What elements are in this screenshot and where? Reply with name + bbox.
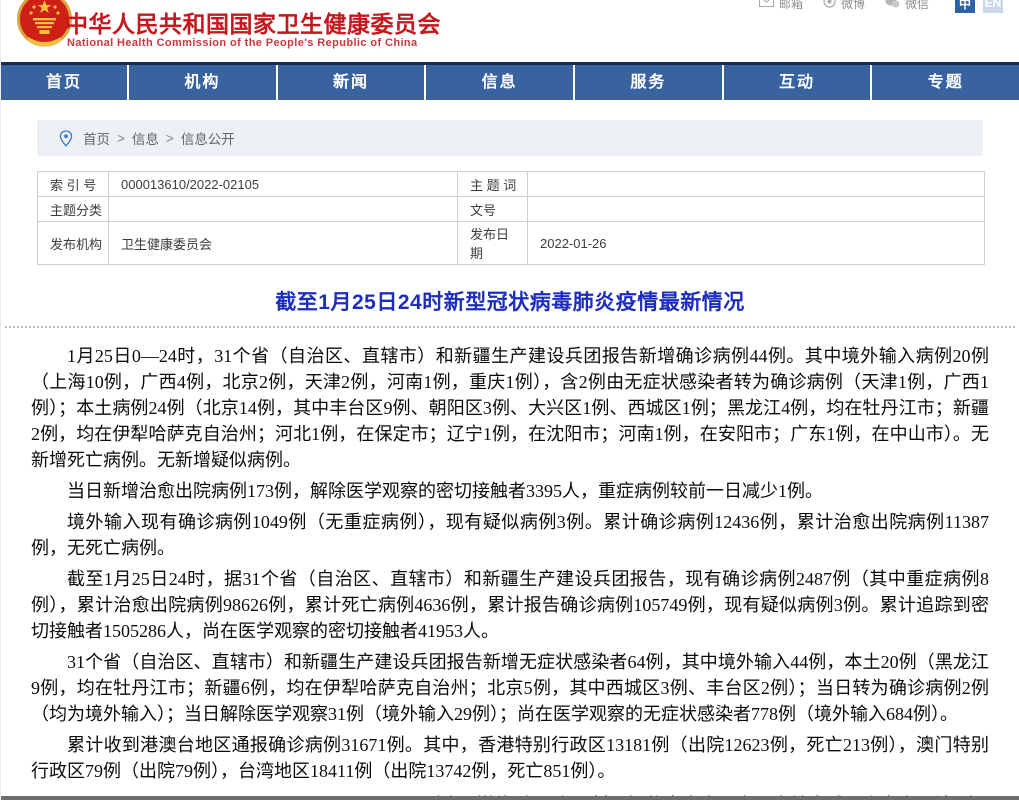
lang-en-button[interactable]: EN bbox=[983, 0, 1003, 13]
lang-zh-button[interactable]: 中 bbox=[955, 0, 975, 13]
page-title: 截至1月25日24时新型冠状病毒肺炎疫情最新情况 bbox=[1, 286, 1019, 316]
nav-item-topics[interactable]: 专题 bbox=[870, 65, 1019, 100]
article-paragraph: 31个省（自治区、直辖市）和新疆生产建设兵团报告新增无症状感染者64例，其中境外… bbox=[31, 649, 989, 727]
meta-value-publish-date: 2022-01-26 bbox=[528, 222, 985, 265]
article-paragraph: 1月25日0—24时，31个省（自治区、直辖市）和新疆生产建设兵团报告新增确诊病… bbox=[31, 343, 989, 473]
nav-item-home[interactable]: 首页 bbox=[1, 65, 127, 100]
main-nav: 首页 机构 新闻 信息 服务 互动 专题 bbox=[1, 62, 1019, 100]
table-row: 主题分类 文号 bbox=[38, 197, 985, 222]
article-paragraph: 当日新增治愈出院病例173例，解除医学观察的密切接触者3395人，重症病例较前一… bbox=[31, 478, 989, 504]
location-pin-icon bbox=[59, 130, 73, 147]
wechat-label: 微信 bbox=[905, 0, 929, 12]
breadcrumb-home[interactable]: 首页 bbox=[83, 128, 110, 148]
meta-label-topic-category: 主题分类 bbox=[38, 197, 109, 222]
nav-item-service[interactable]: 服务 bbox=[573, 65, 722, 100]
article-paragraph: 截至1月25日24时，据31个省（自治区、直辖市）和新疆生产建设兵团报告，现有确… bbox=[31, 566, 989, 644]
footer-top-edge bbox=[1, 796, 1019, 800]
weibo-label: 微博 bbox=[841, 0, 865, 12]
site-subtitle: National Health Commission of the People… bbox=[67, 37, 418, 49]
breadcrumb-separator: > bbox=[117, 131, 125, 146]
top-utilities: 邮箱 微博 微信 中 EN bbox=[759, 0, 1003, 14]
meta-value-topic-category bbox=[109, 197, 458, 222]
mail-label: 邮箱 bbox=[779, 0, 803, 12]
weibo-icon bbox=[823, 0, 836, 11]
mail-icon bbox=[759, 0, 774, 10]
site-logo-link[interactable]: 中华人民共和国国家卫生健康委员会 National Health Commiss… bbox=[16, 0, 496, 62]
weibo-link[interactable]: 微博 bbox=[823, 0, 865, 12]
nav-item-info[interactable]: 信息 bbox=[424, 65, 573, 100]
nav-item-news[interactable]: 新闻 bbox=[276, 65, 425, 100]
article-paragraph: 累计收到港澳台地区通报确诊病例31671例。其中，香港特别行政区13181例（出… bbox=[31, 732, 989, 784]
site-header: 中华人民共和国国家卫生健康委员会 National Health Commiss… bbox=[1, 0, 1019, 62]
dotted-divider bbox=[5, 326, 1015, 328]
page: 中华人民共和国国家卫生健康委员会 National Health Commiss… bbox=[0, 0, 1019, 800]
meta-label-subject-words: 主 题 词 bbox=[458, 172, 528, 197]
meta-label-publish-date: 发布日期 bbox=[458, 222, 528, 265]
meta-label-doc-number: 文号 bbox=[458, 197, 528, 222]
meta-value-doc-number bbox=[528, 197, 985, 222]
nav-item-org[interactable]: 机构 bbox=[127, 65, 276, 100]
wechat-icon bbox=[885, 0, 900, 11]
meta-value-subject-words bbox=[528, 172, 985, 197]
table-row: 索 引 号 000013610/2022-02105 主 题 词 bbox=[38, 172, 985, 197]
meta-value-issuing-agency: 卫生健康委员会 bbox=[109, 222, 458, 265]
breadcrumb-separator: > bbox=[166, 131, 174, 146]
breadcrumb-info-disclosure[interactable]: 信息公开 bbox=[181, 128, 235, 148]
mail-link[interactable]: 邮箱 bbox=[759, 0, 803, 12]
breadcrumb: 首页 > 信息 > 信息公开 bbox=[37, 120, 983, 156]
document-meta-table: 索 引 号 000013610/2022-02105 主 题 词 主题分类 文号… bbox=[37, 171, 985, 265]
nav-item-interact[interactable]: 互动 bbox=[722, 65, 871, 100]
article-paragraph: 境外输入现有确诊病例1049例（无重症病例），现有疑似病例3例。累计确诊病例12… bbox=[31, 509, 989, 561]
meta-label-issuing-agency: 发布机构 bbox=[38, 222, 109, 265]
meta-label-index-number: 索 引 号 bbox=[38, 172, 109, 197]
article-body: 1月25日0—24时，31个省（自治区、直辖市）和新疆生产建设兵团报告新增确诊病… bbox=[31, 343, 989, 784]
table-row: 发布机构 卫生健康委员会 发布日期 2022-01-26 bbox=[38, 222, 985, 265]
meta-value-index-number: 000013610/2022-02105 bbox=[109, 172, 458, 197]
breadcrumb-info[interactable]: 信息 bbox=[132, 128, 159, 148]
site-title: 中华人民共和国国家卫生健康委员会 bbox=[65, 5, 441, 39]
wechat-link[interactable]: 微信 bbox=[885, 0, 929, 12]
